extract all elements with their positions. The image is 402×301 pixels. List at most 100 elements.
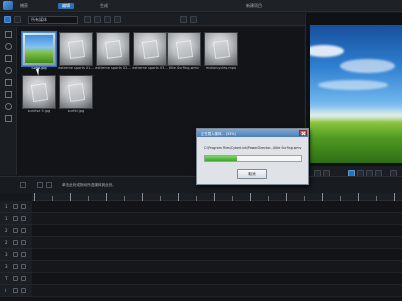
- video-editor-window: 捕获 编辑 生成 新建项目 所有媒体 Sofia.jpg extreme spo…: [0, 0, 402, 301]
- media-item-label: Kite Surfing.wmv: [169, 66, 199, 70]
- media-item-label: motorcycles.mpo: [205, 66, 237, 70]
- app-logo-icon: [3, 1, 13, 10]
- track-header[interactable]: 1: [0, 201, 32, 213]
- fx-room-tab-icon[interactable]: [5, 43, 12, 50]
- media-item-label: extreme sports 02...: [95, 66, 131, 70]
- media-thumbnail: [133, 32, 167, 66]
- timeline-ruler[interactable]: [32, 193, 402, 201]
- media-item-extreme-sports-03[interactable]: extreme sports 03...: [132, 32, 168, 71]
- cancel-button[interactable]: 取消: [237, 169, 267, 179]
- particle-room-tab-icon[interactable]: [5, 67, 12, 74]
- media-thumbnail: [22, 75, 56, 109]
- track-manager-icon[interactable]: [46, 182, 52, 188]
- track-lock-icon[interactable]: [13, 276, 18, 281]
- media-room-tab-icon[interactable]: [5, 31, 12, 38]
- media-item-kite-surfing[interactable]: Kite Surfing.wmv: [167, 32, 201, 71]
- title-bar: 捕获 编辑 生成 新建项目: [0, 0, 402, 12]
- timeline-hint: 单击此处或拖动所选媒体到此处。: [62, 183, 116, 187]
- sort-icon[interactable]: [104, 16, 111, 23]
- loading-progress-bar: [204, 155, 302, 162]
- track-enable-icon[interactable]: [21, 240, 26, 245]
- media-thumbnail: [167, 32, 201, 66]
- preview-panel: [305, 13, 402, 187]
- media-item-label: extreme sports 03...: [132, 66, 168, 70]
- library-filter-dropdown[interactable]: 所有媒体: [28, 16, 78, 24]
- title-track-lane[interactable]: [32, 273, 402, 285]
- menu-capture[interactable]: 捕获: [20, 3, 28, 9]
- media-placeholder-icon: [104, 40, 123, 59]
- timeline-tracks: 1 1 2 2 3 3 T Ⅰ: [0, 201, 402, 301]
- media-item-label: sunrise 5.jpg: [27, 109, 51, 113]
- track-lock-icon[interactable]: [13, 216, 18, 221]
- media-placeholder-icon: [30, 83, 49, 102]
- media-thumbnail: [96, 32, 130, 66]
- media-placeholder-icon: [67, 40, 86, 59]
- timeline-view-icon[interactable]: [20, 182, 26, 188]
- media-item-extreme-sports-01[interactable]: extreme sports 01...: [58, 32, 94, 71]
- media-placeholder-icon: [212, 40, 231, 59]
- media-item-sunrise[interactable]: sunrise 5.jpg: [22, 75, 56, 114]
- room-tool-strip: [0, 27, 17, 175]
- storyboard-view-icon[interactable]: [37, 182, 43, 188]
- audio-track-lane[interactable]: [32, 261, 402, 273]
- track-lock-icon[interactable]: [13, 264, 18, 269]
- track-enable-icon[interactable]: [21, 252, 26, 257]
- menu-edit[interactable]: 编辑: [58, 3, 74, 9]
- loading-media-dialog: 正在载入媒体... (33%) C:\Program Files\CyberLi…: [196, 128, 309, 185]
- preview-screen[interactable]: [310, 25, 402, 163]
- menu-produce[interactable]: 生成: [100, 3, 108, 9]
- track-header[interactable]: 1: [0, 213, 32, 225]
- view-grid-icon[interactable]: [94, 16, 101, 23]
- filter-icon[interactable]: [190, 16, 197, 23]
- media-item-label: surfer.jpg: [67, 109, 85, 113]
- media-placeholder-icon: [175, 40, 194, 59]
- media-placeholder-icon: [141, 40, 160, 59]
- media-item-extreme-sports-02[interactable]: extreme sports 02...: [95, 32, 131, 71]
- dialog-title-bar: 正在载入媒体... (33%): [197, 129, 308, 137]
- media-item-motorcycles[interactable]: motorcycles.mpo: [204, 32, 238, 71]
- search-icon[interactable]: [180, 16, 187, 23]
- track-header[interactable]: T: [0, 273, 32, 285]
- track-lock-icon[interactable]: [13, 228, 18, 233]
- video-track-lane[interactable]: [32, 201, 402, 213]
- media-thumbnail: [59, 32, 93, 66]
- track-lock-icon[interactable]: [13, 252, 18, 257]
- track-header[interactable]: 2: [0, 225, 32, 237]
- media-thumbnail: [59, 75, 93, 109]
- dialog-title: 正在载入媒体... (33%): [201, 132, 236, 136]
- track-enable-icon[interactable]: [21, 204, 26, 209]
- track-enable-icon[interactable]: [21, 276, 26, 281]
- track-lock-icon[interactable]: [13, 288, 18, 293]
- audio-track-lane[interactable]: [32, 213, 402, 225]
- track-lock-icon[interactable]: [13, 240, 18, 245]
- audio-mixing-tab-icon[interactable]: [5, 103, 12, 110]
- media-item-sofia[interactable]: Sofia.jpg: [22, 32, 56, 71]
- voice-track-lane[interactable]: [32, 285, 402, 297]
- track-enable-icon[interactable]: [21, 288, 26, 293]
- pip-room-tab-icon[interactable]: [5, 55, 12, 62]
- track-enable-icon[interactable]: [21, 228, 26, 233]
- close-icon[interactable]: [299, 130, 307, 136]
- track-lock-icon[interactable]: [13, 204, 18, 209]
- view-list-icon[interactable]: [84, 16, 91, 23]
- video-track-lane[interactable]: [32, 225, 402, 237]
- landscape-photo-thumbnail: [25, 35, 53, 63]
- project-title: 新建项目: [246, 3, 262, 8]
- import-icon[interactable]: [14, 16, 21, 23]
- track-header[interactable]: 3: [0, 249, 32, 261]
- track-header[interactable]: Ⅰ: [0, 285, 32, 297]
- voice-over-tab-icon[interactable]: [5, 115, 12, 122]
- track-header[interactable]: 2: [0, 237, 32, 249]
- media-item-surfer[interactable]: surfer.jpg: [59, 75, 93, 114]
- track-enable-icon[interactable]: [21, 264, 26, 269]
- media-placeholder-icon: [67, 83, 86, 102]
- media-item-label: extreme sports 01...: [58, 66, 94, 70]
- track-header[interactable]: 3: [0, 261, 32, 273]
- audio-track-lane[interactable]: [32, 237, 402, 249]
- track-enable-icon[interactable]: [21, 216, 26, 221]
- video-track-lane[interactable]: [32, 249, 402, 261]
- title-room-tab-icon[interactable]: [5, 79, 12, 86]
- media-room-icon[interactable]: [4, 16, 11, 23]
- transition-room-tab-icon[interactable]: [5, 91, 12, 98]
- library-menu-icon[interactable]: [114, 16, 121, 23]
